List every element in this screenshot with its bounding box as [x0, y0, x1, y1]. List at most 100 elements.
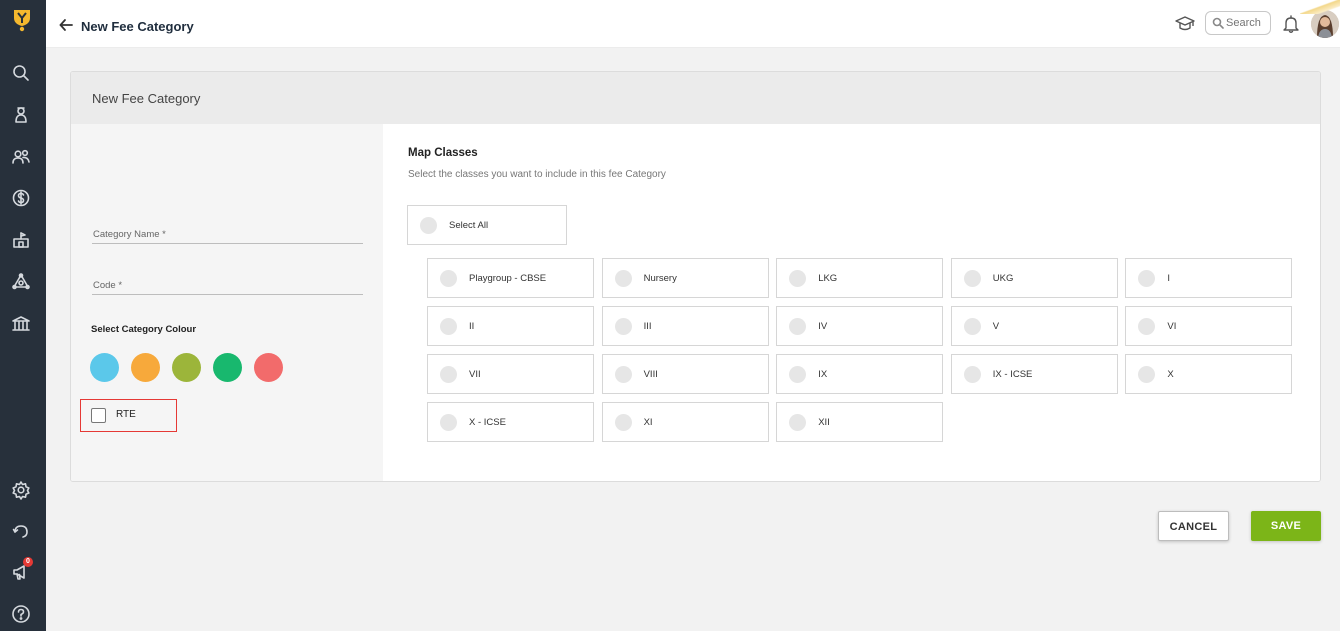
class-radio[interactable] — [789, 270, 807, 287]
notification-badge: 0 — [23, 557, 33, 567]
class-option[interactable]: II — [427, 306, 594, 346]
class-option[interactable]: VI — [1125, 306, 1293, 346]
class-option[interactable]: I — [1125, 258, 1293, 298]
class-radio[interactable] — [963, 270, 981, 287]
library-icon[interactable] — [10, 313, 32, 335]
class-option[interactable]: IX — [776, 354, 944, 394]
refresh-icon[interactable] — [10, 520, 32, 542]
colour-swatch-olive[interactable] — [172, 353, 201, 382]
class-radio[interactable] — [614, 318, 632, 335]
class-label: X - ICSE — [469, 417, 506, 428]
category-name-input[interactable] — [92, 225, 363, 244]
class-radio[interactable] — [1138, 270, 1156, 287]
class-radio[interactable] — [963, 318, 981, 335]
class-option[interactable]: XII — [776, 402, 944, 442]
class-option[interactable]: Playgroup - CBSE — [427, 258, 594, 298]
class-label: VIII — [643, 369, 658, 380]
fees-dollar-icon[interactable] — [10, 187, 32, 209]
colour-swatch-red[interactable] — [254, 353, 283, 382]
class-label: IX — [818, 369, 828, 380]
select-all-label: Select All — [449, 220, 489, 231]
map-classes-pane: Map Classes Select the classes you want … — [383, 124, 1320, 481]
search-icon[interactable] — [10, 62, 32, 84]
class-label: I — [1167, 273, 1171, 284]
users-icon[interactable] — [10, 146, 32, 168]
class-label: VI — [1167, 321, 1177, 332]
class-option[interactable]: V — [950, 306, 1118, 346]
rte-checkbox[interactable] — [91, 408, 106, 423]
class-option[interactable]: VIII — [601, 354, 769, 394]
back-arrow-icon[interactable] — [59, 18, 73, 32]
network-icon[interactable] — [10, 271, 32, 293]
rte-label: RTE — [116, 409, 136, 420]
student-icon[interactable] — [10, 104, 32, 126]
class-label: UKG — [992, 273, 1014, 284]
class-option[interactable]: X — [1125, 354, 1293, 394]
map-classes-title: Map Classes — [408, 147, 478, 159]
class-radio[interactable] — [440, 270, 457, 287]
class-option[interactable]: IV — [776, 306, 944, 346]
class-radio[interactable] — [614, 270, 632, 287]
sidebar: 0 — [0, 0, 46, 631]
rte-option[interactable]: RTE — [80, 399, 177, 432]
graduation-cap-icon[interactable] — [1175, 14, 1195, 34]
class-option[interactable]: III — [601, 306, 769, 346]
class-label: IV — [818, 321, 828, 332]
class-option[interactable]: Nursery — [601, 258, 769, 298]
class-option[interactable]: LKG — [776, 258, 944, 298]
class-radio[interactable] — [614, 414, 632, 431]
map-classes-description: Select the classes you want to include i… — [408, 169, 666, 180]
class-label: XI — [643, 417, 653, 428]
select-all-radio[interactable] — [420, 217, 437, 234]
class-label: V — [992, 321, 1000, 332]
class-radio[interactable] — [789, 366, 807, 383]
class-radio[interactable] — [789, 318, 807, 335]
cancel-button[interactable]: CANCEL — [1158, 511, 1229, 541]
class-radio[interactable] — [440, 366, 457, 383]
card-title: New Fee Category — [92, 91, 201, 106]
class-radio[interactable] — [1138, 318, 1156, 335]
class-radio[interactable] — [614, 366, 632, 383]
class-option[interactable]: IX - ICSE — [950, 354, 1118, 394]
class-label: Nursery — [643, 273, 677, 284]
code-input[interactable] — [92, 276, 363, 295]
category-name-field[interactable] — [92, 224, 363, 244]
class-radio[interactable] — [1138, 366, 1156, 383]
class-option[interactable]: XI — [601, 402, 769, 442]
colour-swatch-orange[interactable] — [131, 353, 160, 382]
colour-swatch-green[interactable] — [213, 353, 242, 382]
fee-category-card: New Fee Category Select Category Colour … — [70, 71, 1321, 482]
class-radio[interactable] — [440, 414, 457, 431]
top-bar: New Fee Category — [46, 0, 1340, 48]
user-avatar[interactable] — [1311, 10, 1339, 38]
corner-decoration — [1300, 0, 1340, 14]
search-input[interactable] — [1226, 15, 1268, 31]
card-header: New Fee Category — [71, 72, 1320, 124]
app-logo-icon[interactable] — [11, 8, 33, 32]
code-field[interactable] — [92, 275, 363, 295]
class-label: XII — [818, 417, 830, 428]
institution-icon[interactable] — [10, 229, 32, 251]
class-radio[interactable] — [789, 414, 807, 431]
class-option[interactable]: UKG — [950, 258, 1118, 298]
class-label: II — [469, 321, 475, 332]
select-all-option[interactable]: Select All — [407, 205, 567, 245]
help-icon[interactable] — [10, 603, 32, 625]
class-label: III — [643, 321, 652, 332]
colour-label: Select Category Colour — [91, 324, 197, 335]
search-box[interactable] — [1205, 11, 1271, 35]
class-radio[interactable] — [963, 366, 981, 383]
class-label: X — [1167, 369, 1174, 380]
settings-gear-icon[interactable] — [10, 479, 32, 501]
page-title: New Fee Category — [81, 19, 194, 34]
save-button[interactable]: SAVE — [1251, 511, 1321, 541]
class-radio[interactable] — [440, 318, 457, 335]
colour-swatch-blue[interactable] — [90, 353, 119, 382]
category-details-pane: Select Category Colour RTE — [71, 124, 383, 481]
class-option[interactable]: X - ICSE — [427, 402, 594, 442]
notification-bell-icon[interactable] — [1282, 14, 1300, 34]
class-label: IX - ICSE — [992, 369, 1033, 380]
class-label: VII — [469, 369, 481, 380]
class-option[interactable]: VII — [427, 354, 594, 394]
class-label: LKG — [818, 273, 838, 284]
